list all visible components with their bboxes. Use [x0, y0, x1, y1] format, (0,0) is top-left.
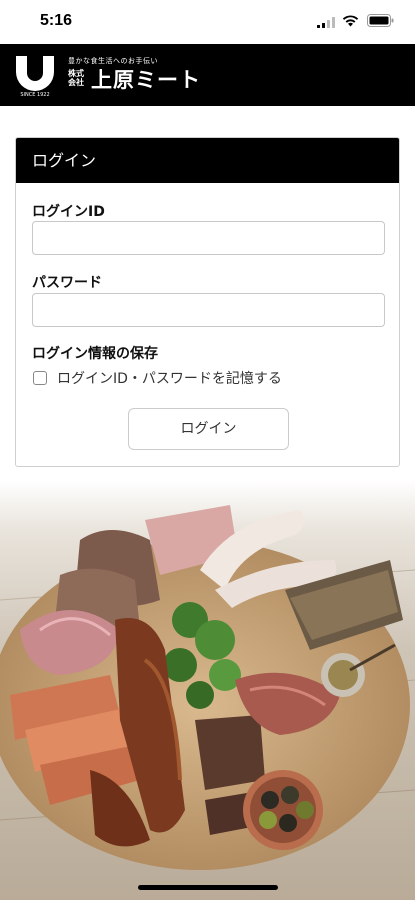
brand-corp-prefix: 株式会社	[68, 69, 84, 87]
status-time: 5:16	[40, 12, 73, 29]
charcuterie-board-image	[0, 480, 415, 900]
app-header: SINCE 1922	[0, 44, 415, 106]
home-indicator[interactable]	[138, 885, 278, 890]
login-id-label: ログインID	[32, 204, 105, 220]
remember-checkbox[interactable]	[33, 371, 47, 385]
password-input[interactable]	[32, 293, 385, 327]
status-bar: 5:16	[0, 0, 415, 44]
password-label: パスワード	[32, 275, 102, 291]
login-card-title: ログイン	[16, 138, 399, 183]
remember-checkbox-label[interactable]: ログインID・パスワードを記憶する	[57, 368, 282, 388]
uehara-meat-logo-icon: SINCE 1922	[12, 52, 58, 98]
login-button[interactable]: ログイン	[128, 408, 289, 450]
wifi-icon	[342, 15, 359, 27]
battery-icon	[367, 14, 394, 27]
svg-text:SINCE 1922: SINCE 1922	[20, 92, 49, 98]
brand-name: 上原ミート	[91, 68, 201, 92]
save-login-info-label: ログイン情報の保存	[32, 346, 158, 362]
cellular-signal-icon	[317, 17, 335, 28]
login-card: ログイン ログインID パスワード ログイン情報の保存 ログインID・パスワード…	[15, 137, 400, 467]
login-id-input[interactable]	[32, 221, 385, 255]
